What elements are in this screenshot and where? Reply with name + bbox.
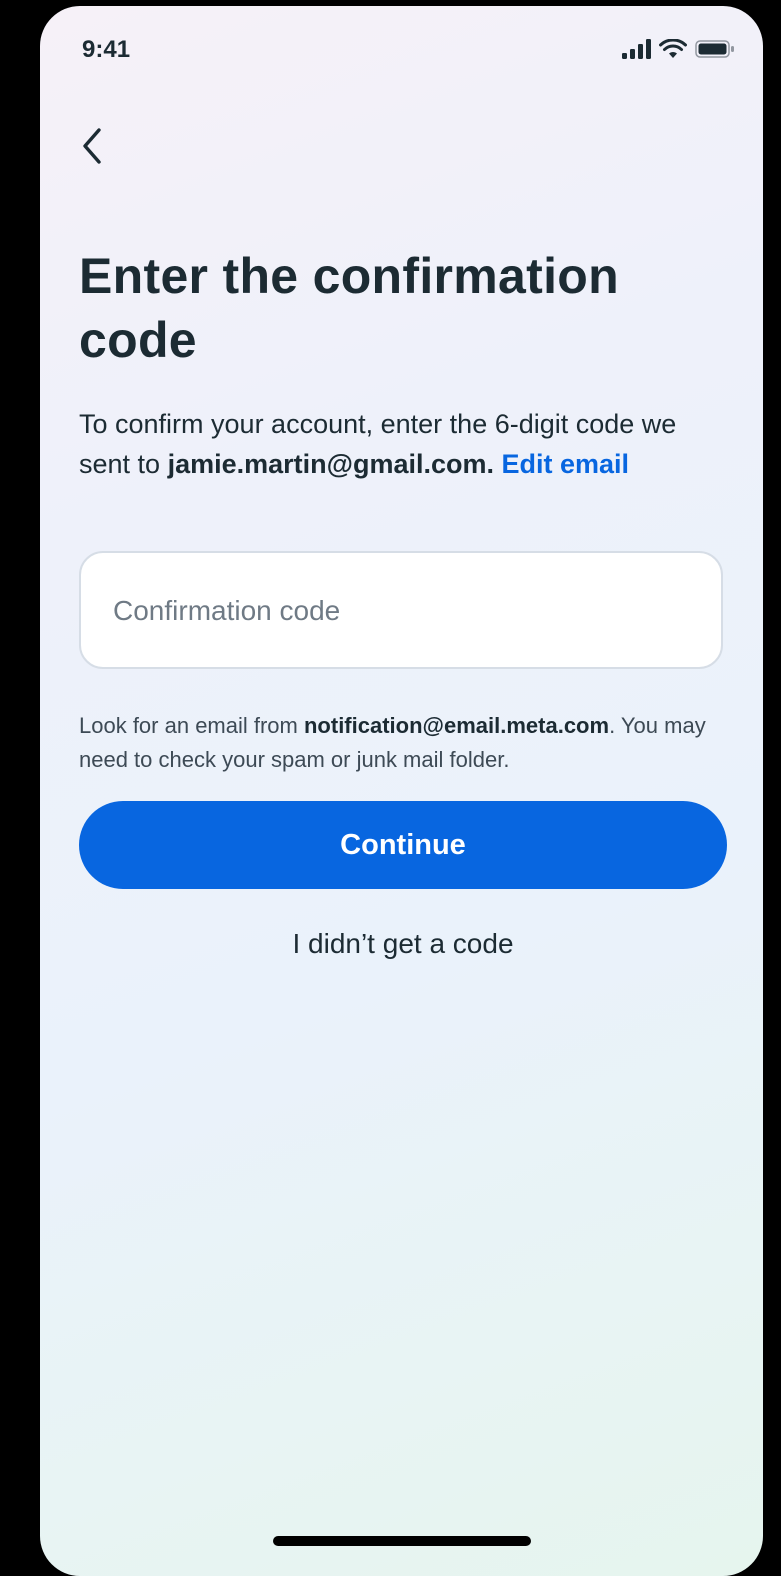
back-button[interactable]: [70, 118, 114, 174]
recipient-email: jamie.martin@gmail.com.: [167, 449, 494, 479]
edit-email-link[interactable]: Edit email: [502, 449, 630, 479]
didnt-get-code-link[interactable]: I didn’t get a code: [79, 928, 727, 960]
confirmation-code-field[interactable]: [79, 551, 723, 669]
spam-hint-text: Look for an email from notification@emai…: [79, 709, 739, 777]
sender-email: notification@email.meta.com: [303, 713, 610, 738]
signal-icon: [622, 39, 651, 59]
battery-icon: [695, 40, 734, 58]
hint-prefix: Look for an email from: [79, 713, 304, 738]
continue-button[interactable]: Continue: [79, 801, 727, 889]
confirmation-code-input[interactable]: [111, 553, 695, 669]
page-title: Enter the confirmation code: [79, 248, 619, 368]
phone-screen: 9:41 Enter the confirmation code To conf…: [40, 6, 763, 1576]
home-indicator: [273, 1536, 531, 1546]
chevron-left-icon: [83, 128, 101, 164]
instruction-text: To confirm your account, enter the 6-dig…: [79, 404, 729, 484]
status-icons: [621, 39, 735, 59]
status-time: 9:41: [82, 36, 131, 63]
status-bar: 9:41: [40, 6, 763, 96]
wifi-icon: [659, 39, 687, 58]
